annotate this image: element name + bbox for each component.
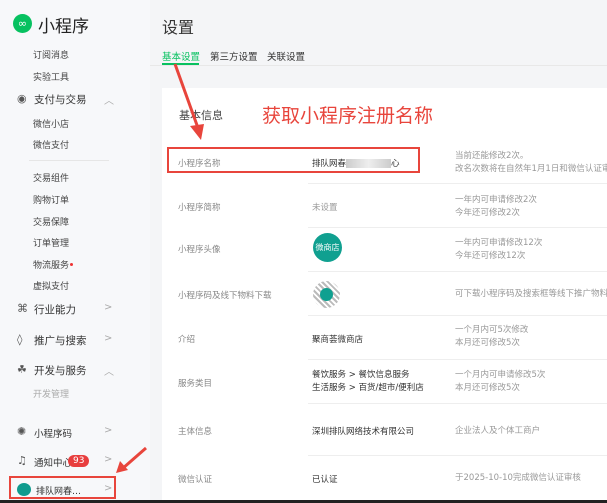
mini-program-logo-icon: ∞ bbox=[13, 14, 32, 33]
row-label: 小程序码及线下物料下载 bbox=[178, 291, 272, 301]
page-title: 设置 bbox=[162, 18, 195, 37]
notify-count-badge: 93 bbox=[68, 455, 90, 467]
note-line: 今年还可修改12次 bbox=[455, 251, 526, 261]
bell-icon: ♫ bbox=[17, 454, 27, 467]
sidebar-item-orders[interactable]: 购物订单 bbox=[33, 193, 69, 206]
row-divider bbox=[308, 227, 607, 228]
sidebar-group-industry[interactable]: 行业能力 bbox=[34, 302, 76, 317]
qrcode-icon: ✺ bbox=[17, 425, 27, 438]
row-value: 深圳排队网络技术有限公司 bbox=[312, 427, 415, 437]
sidebar-group-promo[interactable]: 推广与搜索 bbox=[34, 333, 87, 348]
sidebar-item-logistics[interactable]: 物流服务 bbox=[33, 258, 69, 271]
note-line: 一年内可申请修改2次 bbox=[455, 195, 537, 205]
tab-basic[interactable]: 基本设置 bbox=[162, 49, 200, 63]
chevron-right-icon[interactable]: > bbox=[104, 333, 112, 344]
tab-related[interactable]: 关联设置 bbox=[267, 49, 305, 63]
row-note: 于2025-10-10完成微信认证审核 bbox=[455, 473, 581, 483]
sidebar-item-lab[interactable]: 实验工具 bbox=[33, 70, 69, 83]
row-divider bbox=[308, 359, 607, 360]
row-note: 一年内可申请修改12次 今年还可修改12次 bbox=[455, 237, 542, 263]
sidebar-group-dev[interactable]: 开发与服务 bbox=[34, 363, 87, 378]
sidebar-item-virtual-pay[interactable]: 虚拟支付 bbox=[33, 279, 69, 292]
row-divider bbox=[308, 403, 607, 404]
note-line: 今年还可修改2次 bbox=[455, 208, 520, 218]
annotation-arrow-icon bbox=[116, 446, 147, 473]
row-note: 一年内可申请修改2次 今年还可修改2次 bbox=[455, 194, 537, 220]
row-note: 可下载小程序码及搜索框等线下推广物料 bbox=[455, 289, 607, 299]
note-line: 当前还能修改2次。 bbox=[455, 151, 529, 161]
row-value: 已认证 bbox=[312, 475, 338, 485]
row-label: 小程序简称 bbox=[178, 203, 221, 213]
promo-icon: ◊ bbox=[17, 333, 23, 346]
account-avatar bbox=[17, 483, 31, 496]
annotation-arrow-icon bbox=[173, 63, 204, 140]
row-divider bbox=[308, 315, 607, 316]
row-value: 排队网春 心 bbox=[312, 157, 400, 169]
row-note: 当前还能修改2次。改名次数将在自然年1月1日和微信认证审核 bbox=[455, 150, 607, 176]
sidebar-item-shop[interactable]: 微信小店 bbox=[33, 117, 69, 130]
row-note: 一个月内可申请修改5次 本月还可修改5次 bbox=[455, 369, 545, 395]
sidebar-item-guarantee[interactable]: 交易保障 bbox=[33, 215, 69, 228]
note-line: 本月还可修改5次 bbox=[455, 338, 520, 348]
sidebar-item-subscribe[interactable]: 订阅消息 bbox=[33, 48, 69, 61]
sidebar-item-trade-component[interactable]: 交易组件 bbox=[33, 171, 69, 184]
note-line: 改名次数将在自然年1月1日和微信认证审核 bbox=[455, 164, 607, 174]
category-line: 餐饮服务 > 餐饮信息服务 bbox=[312, 370, 410, 380]
row-note: 一个月内可5次修改 本月还可修改5次 bbox=[455, 324, 528, 350]
row-label: 主体信息 bbox=[178, 427, 213, 437]
sidebar-group-pay[interactable]: 支付与交易 bbox=[34, 92, 87, 107]
annotation-text: 获取小程序注册名称 bbox=[262, 105, 434, 127]
row-divider bbox=[308, 455, 607, 456]
row-value: 聚商荟微商店 bbox=[312, 335, 364, 345]
sidebar-item-notify[interactable]: 通知中心 bbox=[34, 455, 72, 469]
account-name[interactable]: 排队网春… bbox=[36, 484, 81, 497]
chevron-right-icon[interactable]: > bbox=[104, 483, 112, 494]
chevron-right-icon[interactable]: > bbox=[104, 425, 112, 436]
row-label: 小程序头像 bbox=[178, 245, 221, 255]
tab-divider bbox=[150, 65, 607, 66]
sidebar: ∞ 小程序 订阅消息 实验工具 ◉ 支付与交易 ︿ 微信小店 微信支付 交易组件… bbox=[0, 0, 150, 503]
note-line: 一个月内可5次修改 bbox=[455, 325, 529, 335]
chevron-up-icon[interactable]: ︿ bbox=[104, 92, 114, 107]
brand-title: 小程序 bbox=[38, 17, 89, 37]
sidebar-item-dev-manage[interactable]: 开发管理 bbox=[33, 387, 69, 400]
chevron-up-icon[interactable]: ︿ bbox=[104, 363, 114, 378]
row-divider bbox=[308, 271, 607, 272]
sidebar-item-wxpay[interactable]: 微信支付 bbox=[33, 138, 69, 151]
note-line: 一年内可申请修改12次 bbox=[455, 238, 543, 248]
divider bbox=[29, 160, 109, 161]
qrcode-center-logo bbox=[320, 288, 333, 301]
row-label: 小程序名称 bbox=[178, 159, 221, 169]
row-label: 服务类目 bbox=[178, 379, 213, 389]
note-line: 本月还可修改5次 bbox=[455, 383, 520, 393]
tab-third-party[interactable]: 第三方设置 bbox=[210, 49, 258, 63]
new-dot bbox=[70, 263, 73, 266]
blurred-text bbox=[346, 159, 392, 168]
row-value: 未设置 bbox=[312, 203, 338, 213]
name-tail: 心 bbox=[391, 159, 400, 169]
row-label: 微信认证 bbox=[178, 475, 213, 485]
chevron-right-icon[interactable]: > bbox=[104, 302, 112, 313]
mini-program-avatar[interactable]: 微商店 bbox=[313, 233, 342, 262]
sidebar-item-qrcode[interactable]: 小程序码 bbox=[34, 426, 72, 440]
row-divider bbox=[308, 183, 607, 184]
row-value: 餐饮服务 > 餐饮信息服务生活服务 > 百货/超市/便利店 bbox=[312, 369, 424, 395]
row-label: 介绍 bbox=[178, 335, 196, 345]
note-line: 一个月内可申请修改5次 bbox=[455, 370, 546, 380]
industry-icon: ⌘ bbox=[17, 302, 28, 315]
dev-icon: ☘ bbox=[17, 363, 27, 376]
sidebar-item-order-manage[interactable]: 订单管理 bbox=[33, 236, 69, 249]
category-line: 生活服务 > 百货/超市/便利店 bbox=[312, 383, 424, 393]
pay-icon: ◉ bbox=[17, 92, 27, 105]
row-note: 企业法人及个体工商户 bbox=[455, 426, 541, 436]
name-value: 排队网春 bbox=[312, 159, 347, 169]
